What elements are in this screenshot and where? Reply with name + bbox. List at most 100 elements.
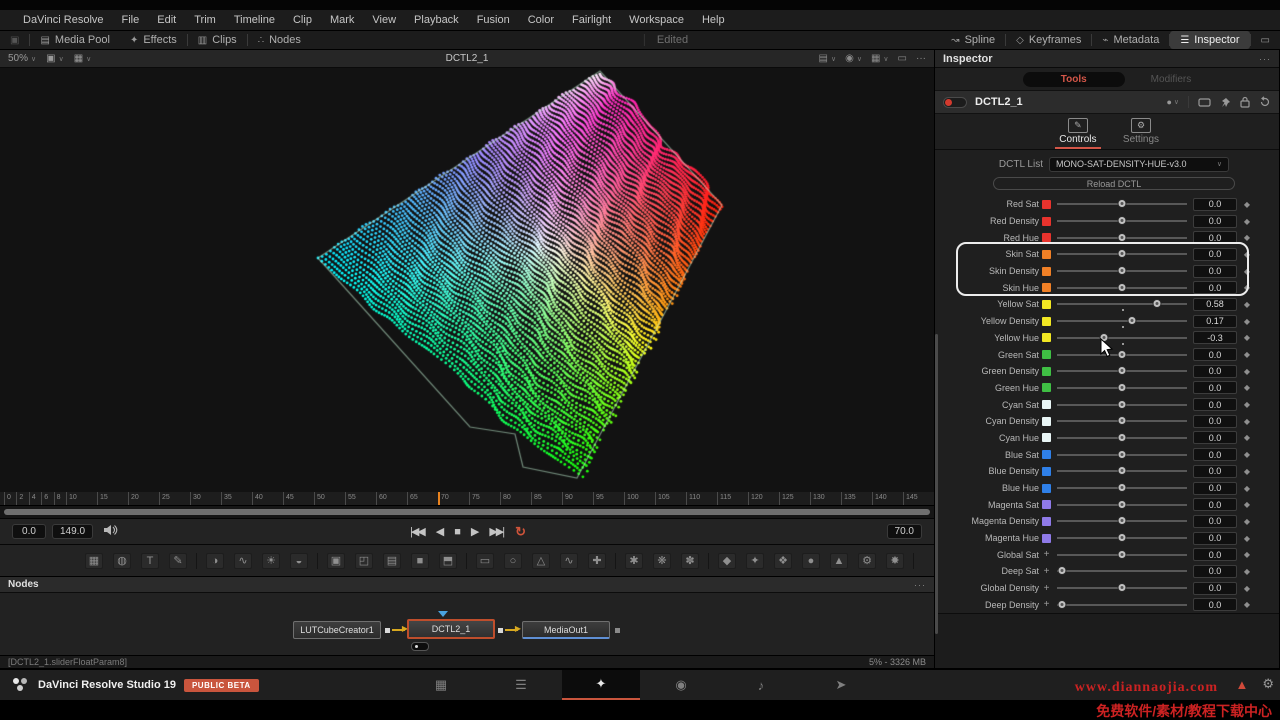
slider-handle[interactable] bbox=[1118, 433, 1127, 442]
clean-feed-button[interactable]: ▭ bbox=[1251, 31, 1280, 49]
background-tool-icon[interactable]: ▦ bbox=[85, 553, 103, 569]
range-end-field[interactable]: 149.0 bbox=[52, 524, 93, 539]
current-frame-field[interactable]: 70.0 bbox=[887, 524, 922, 539]
slider-handle[interactable] bbox=[1118, 233, 1127, 242]
slider-handle[interactable] bbox=[1118, 400, 1127, 409]
keyframe-diamond-icon[interactable]: ◆ bbox=[1237, 417, 1257, 426]
lut-cube-visualization[interactable] bbox=[0, 68, 934, 492]
inspector-scrollbar[interactable] bbox=[935, 334, 938, 634]
slider-value-field[interactable]: 0.0 bbox=[1193, 565, 1237, 578]
slider-handle[interactable] bbox=[1118, 450, 1127, 459]
slider-value-field[interactable]: 0.0 bbox=[1193, 532, 1237, 545]
loop-button[interactable]: ↻ bbox=[515, 524, 524, 540]
fast-noise-tool-icon[interactable]: ◍ bbox=[113, 553, 131, 569]
menu-trim[interactable]: Trim bbox=[185, 14, 225, 26]
keyframe-diamond-icon[interactable]: ◆ bbox=[1237, 567, 1257, 576]
slider-track[interactable] bbox=[1057, 332, 1187, 344]
viewer-options-button[interactable]: ··· bbox=[916, 53, 926, 64]
text-plus-tool-icon[interactable]: T bbox=[141, 553, 159, 569]
slider-value-field[interactable]: 0.0 bbox=[1193, 398, 1237, 411]
keyframe-diamond-icon[interactable]: ◆ bbox=[1237, 467, 1257, 476]
menu-clip[interactable]: Clip bbox=[284, 14, 321, 26]
slider-value-field[interactable]: 0.0 bbox=[1193, 215, 1237, 228]
dctl-list-dropdown[interactable]: MONO-SAT-DENSITY-HUE-v3.0 ∨ bbox=[1049, 157, 1229, 172]
media-pool-button[interactable]: ▤Media Pool bbox=[30, 31, 120, 49]
slider-track[interactable] bbox=[1057, 499, 1187, 511]
slider-value-field[interactable]: 0.0 bbox=[1193, 482, 1237, 495]
lock-icon[interactable] bbox=[1240, 96, 1250, 108]
menu-playback[interactable]: Playback bbox=[405, 14, 468, 26]
slider-value-field[interactable]: 0.17 bbox=[1193, 315, 1237, 328]
node-output-connector[interactable] bbox=[615, 628, 620, 633]
color-version-select[interactable]: ●∨ bbox=[1166, 97, 1179, 107]
media-tool-icon[interactable]: ■ bbox=[411, 553, 429, 569]
menu-edit[interactable]: Edit bbox=[148, 14, 185, 26]
slider-track[interactable] bbox=[1057, 382, 1187, 394]
collapse-toggle-button[interactable]: ▣ bbox=[0, 31, 29, 49]
expander-plus-icon[interactable]: + bbox=[1042, 584, 1051, 593]
go-to-start-button[interactable]: |◀◀ bbox=[410, 525, 424, 538]
node-enable-toggle[interactable] bbox=[943, 97, 967, 108]
slider-value-field[interactable]: 0.0 bbox=[1193, 348, 1237, 361]
page-deliver[interactable]: ➤ bbox=[802, 670, 880, 700]
viewer-canvas-area[interactable] bbox=[0, 68, 934, 492]
menu-fusion[interactable]: Fusion bbox=[468, 14, 519, 26]
spline-button[interactable]: ↝Spline bbox=[941, 31, 1005, 49]
slider-handle[interactable] bbox=[1118, 516, 1127, 525]
back-to-top-button[interactable]: ▲ bbox=[1235, 677, 1248, 692]
keyframe-diamond-icon[interactable]: ◆ bbox=[1237, 484, 1257, 493]
slider-handle[interactable] bbox=[1118, 199, 1127, 208]
magic-mask-tool-icon[interactable]: ✚ bbox=[588, 553, 606, 569]
menu-timeline[interactable]: Timeline bbox=[225, 14, 284, 26]
node-graph[interactable]: LUTCubeCreator1 DCTL2_1 MediaOut1 bbox=[0, 592, 934, 655]
keyframe-diamond-icon[interactable]: ◆ bbox=[1237, 584, 1257, 593]
zoom-select[interactable]: 50%∨ bbox=[8, 53, 36, 64]
keyframe-diamond-icon[interactable]: ◆ bbox=[1237, 400, 1257, 409]
keyframes-button[interactable]: ◇Keyframes bbox=[1006, 31, 1091, 49]
slider-track[interactable] bbox=[1057, 315, 1187, 327]
tab-modifiers[interactable]: Modifiers bbox=[1151, 74, 1192, 85]
expander-plus-icon[interactable]: + bbox=[1042, 600, 1051, 609]
slider-value-field[interactable]: 0.0 bbox=[1193, 265, 1237, 278]
transform-tool-icon[interactable]: ⬒ bbox=[439, 553, 457, 569]
node-output-connector[interactable] bbox=[498, 628, 503, 633]
node-dctl2-1[interactable]: DCTL2_1 bbox=[407, 619, 495, 639]
menu-view[interactable]: View bbox=[363, 14, 405, 26]
slider-track[interactable] bbox=[1057, 265, 1187, 277]
inspector-options-button[interactable]: ··· bbox=[1259, 54, 1271, 64]
slider-handle[interactable] bbox=[1118, 283, 1127, 292]
ab-buffer-select[interactable]: ▣∨ bbox=[46, 53, 64, 64]
page-fairlight[interactable]: ♪ bbox=[722, 670, 800, 700]
slider-track[interactable] bbox=[1057, 432, 1187, 444]
view-mode-select[interactable]: ▦∨ bbox=[74, 53, 92, 64]
expander-plus-icon[interactable]: + bbox=[1042, 550, 1051, 559]
renderer-3d-tool-icon[interactable]: ⚙ bbox=[858, 553, 876, 569]
keyframe-diamond-icon[interactable]: ◆ bbox=[1237, 283, 1257, 292]
color-curves-tool-icon[interactable]: ∿ bbox=[234, 553, 252, 569]
slider-track[interactable] bbox=[1057, 465, 1187, 477]
blur-tool-icon[interactable]: ✱ bbox=[625, 553, 643, 569]
tab-tools[interactable]: Tools bbox=[1023, 72, 1125, 87]
node-thumbnail-toggle[interactable] bbox=[411, 642, 429, 651]
node-lutcubecreator1[interactable]: LUTCubeCreator1 bbox=[293, 621, 381, 639]
light-3d-tool-icon[interactable]: ✸ bbox=[886, 553, 904, 569]
subtab-settings[interactable]: ⚙ Settings bbox=[1123, 118, 1159, 145]
slider-value-field[interactable]: 0.0 bbox=[1193, 598, 1237, 611]
layer-tool-icon[interactable]: ▤ bbox=[383, 553, 401, 569]
slider-handle[interactable] bbox=[1118, 366, 1127, 375]
subtab-controls[interactable]: ✎ Controls bbox=[1055, 118, 1101, 149]
slider-value-field[interactable]: 0.0 bbox=[1193, 431, 1237, 444]
node-mediaout1[interactable]: MediaOut1 bbox=[522, 621, 610, 639]
slider-track[interactable] bbox=[1057, 449, 1187, 461]
page-media[interactable]: ▦ bbox=[402, 670, 480, 700]
hue-curves-tool-icon[interactable]: ◒ bbox=[290, 553, 308, 569]
slider-value-field[interactable]: 0.0 bbox=[1193, 548, 1237, 561]
keyframe-diamond-icon[interactable]: ◆ bbox=[1237, 233, 1257, 242]
play-reverse-button[interactable]: ◀ bbox=[436, 525, 442, 538]
page-fusion[interactable]: ✦ bbox=[562, 670, 640, 700]
merge-tool-icon[interactable]: ▣ bbox=[327, 553, 345, 569]
slider-track[interactable] bbox=[1057, 582, 1187, 594]
keyframe-diamond-icon[interactable]: ◆ bbox=[1237, 517, 1257, 526]
dissolve-tool-icon[interactable]: ◰ bbox=[355, 553, 373, 569]
slider-value-field[interactable]: 0.0 bbox=[1193, 198, 1237, 211]
